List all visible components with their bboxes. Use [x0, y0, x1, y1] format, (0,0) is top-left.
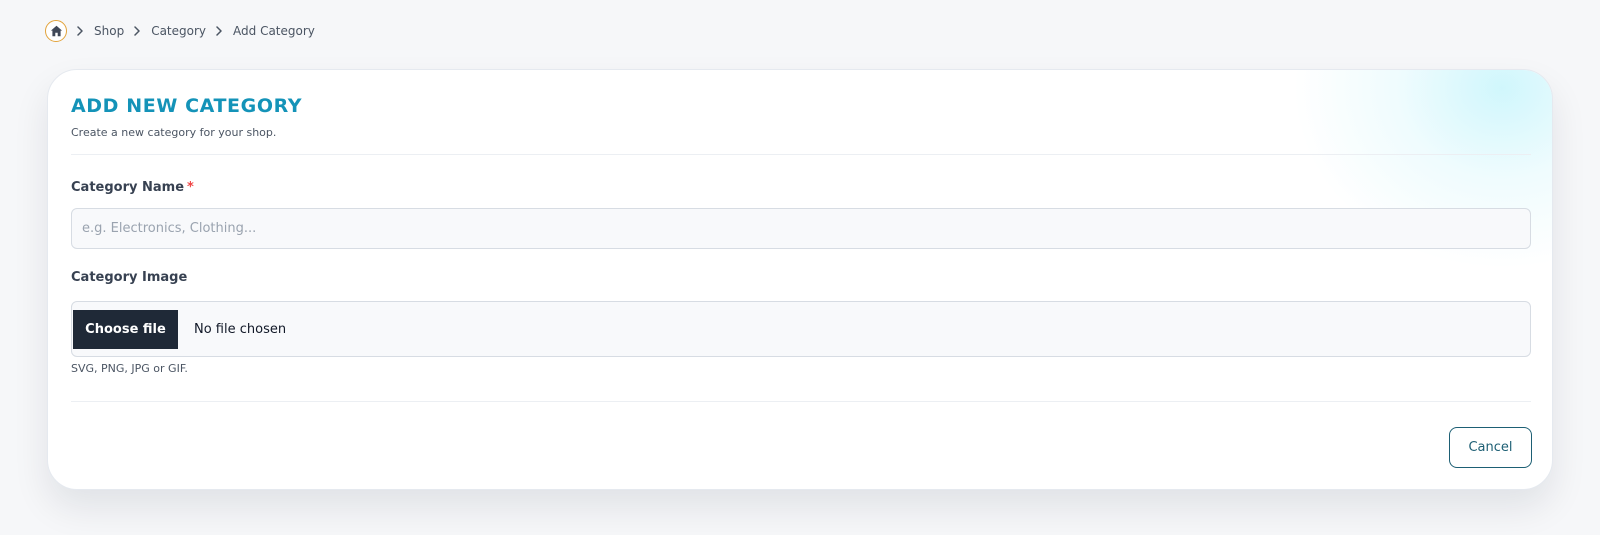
page-title: ADD NEW CATEGORY [71, 95, 303, 117]
breadcrumb-category[interactable]: Category [151, 24, 206, 38]
page-subtitle: Create a new category for your shop. [71, 126, 277, 139]
home-icon [50, 25, 62, 37]
footer-divider [71, 401, 1531, 402]
cancel-button[interactable]: Cancel [1449, 427, 1532, 468]
category-name-input[interactable] [71, 208, 1531, 249]
choose-file-button[interactable]: Choose file [73, 309, 178, 349]
category-name-label: Category Name * [71, 180, 194, 195]
required-marker: * [187, 180, 194, 195]
category-image-file-input[interactable]: Choose file No file chosen [71, 301, 1531, 357]
file-type-hint: SVG, PNG, JPG or GIF. [71, 362, 188, 375]
category-name-label-text: Category Name [71, 180, 185, 195]
chevron-right-icon [134, 26, 142, 36]
home-link[interactable] [45, 20, 67, 42]
add-category-card: ADD NEW CATEGORY Create a new category f… [47, 69, 1553, 490]
header-divider [71, 154, 1531, 155]
chevron-right-icon [77, 26, 85, 36]
file-status: No file chosen [194, 321, 287, 337]
chevron-right-icon [216, 26, 224, 36]
breadcrumb-shop[interactable]: Shop [94, 24, 124, 38]
category-image-label: Category Image [71, 270, 188, 285]
breadcrumb-current: Add Category [233, 24, 315, 38]
breadcrumb: Shop Category Add Category [45, 20, 315, 42]
